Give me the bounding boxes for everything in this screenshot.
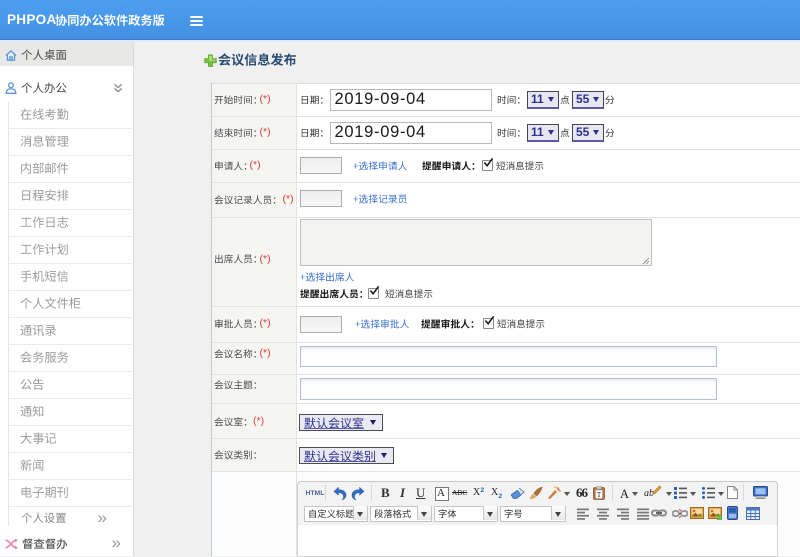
svg-text:T: T — [597, 491, 602, 499]
